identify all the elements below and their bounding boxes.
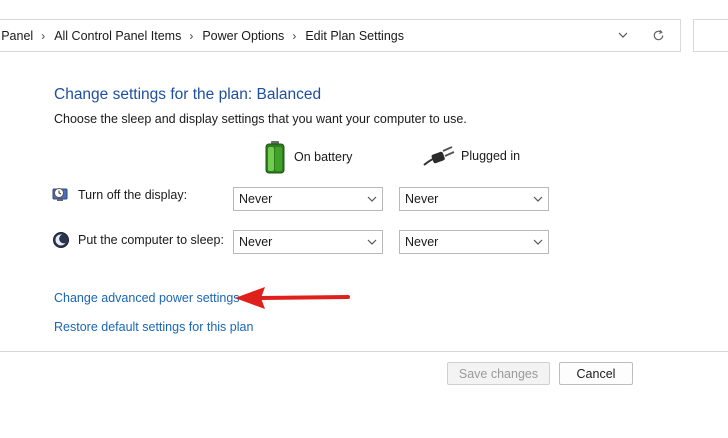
select-value: Never bbox=[405, 192, 439, 206]
page-subtitle: Choose the sleep and display settings th… bbox=[54, 112, 467, 126]
column-header-on-battery: On battery bbox=[264, 140, 352, 174]
select-value: Never bbox=[405, 235, 439, 249]
chevron-down-icon bbox=[367, 239, 377, 245]
row-turn-off-display: Turn off the display: bbox=[52, 187, 187, 203]
sleep-moon-icon bbox=[53, 232, 69, 248]
breadcrumb-control-panel[interactable]: ol Panel bbox=[0, 29, 33, 43]
refresh-icon[interactable] bbox=[651, 28, 666, 43]
chevron-down-icon bbox=[533, 196, 543, 202]
sleep-plugged-in-select[interactable]: Never bbox=[399, 230, 549, 254]
display-clock-icon bbox=[52, 188, 68, 201]
column-header-label: Plugged in bbox=[461, 149, 521, 163]
change-advanced-settings-link[interactable]: Change advanced power settings bbox=[54, 291, 240, 305]
plug-icon bbox=[423, 146, 455, 166]
restore-defaults-link[interactable]: Restore default settings for this plan bbox=[54, 320, 253, 334]
chevron-down-icon bbox=[533, 239, 543, 245]
column-header-plugged-in: Plugged in bbox=[423, 145, 520, 167]
row-label: Put the computer to sleep: bbox=[78, 233, 224, 247]
address-bar[interactable]: ol Panel › All Control Panel Items › Pow… bbox=[0, 19, 681, 52]
save-changes-button[interactable]: Save changes bbox=[447, 362, 550, 385]
battery-icon bbox=[265, 141, 285, 174]
column-header-label: On battery bbox=[294, 150, 353, 164]
select-value: Never bbox=[239, 235, 273, 249]
chevron-down-icon[interactable] bbox=[617, 29, 629, 41]
breadcrumb-all-items[interactable]: All Control Panel Items bbox=[54, 29, 181, 43]
display-on-battery-select[interactable]: Never bbox=[233, 187, 383, 211]
search-input[interactable] bbox=[693, 19, 728, 52]
page-title: Change settings for the plan: Balanced bbox=[54, 86, 322, 103]
breadcrumb-power-options[interactable]: Power Options bbox=[202, 29, 284, 43]
breadcrumb: ol Panel › All Control Panel Items › Pow… bbox=[0, 20, 412, 51]
display-plugged-in-select[interactable]: Never bbox=[399, 187, 549, 211]
breadcrumb-edit-plan-settings[interactable]: Edit Plan Settings bbox=[305, 29, 404, 43]
row-computer-sleep: Put the computer to sleep: bbox=[52, 231, 224, 249]
sleep-on-battery-select[interactable]: Never bbox=[233, 230, 383, 254]
breadcrumb-separator-icon[interactable]: › bbox=[189, 29, 193, 43]
breadcrumb-separator-icon[interactable]: › bbox=[41, 29, 45, 43]
chevron-down-icon bbox=[367, 196, 377, 202]
row-label: Turn off the display: bbox=[78, 188, 188, 202]
cancel-button[interactable]: Cancel bbox=[559, 362, 633, 385]
footer-divider bbox=[0, 351, 728, 352]
select-value: Never bbox=[239, 192, 273, 206]
breadcrumb-separator-icon[interactable]: › bbox=[292, 29, 296, 43]
annotation-arrow-icon bbox=[235, 287, 350, 309]
